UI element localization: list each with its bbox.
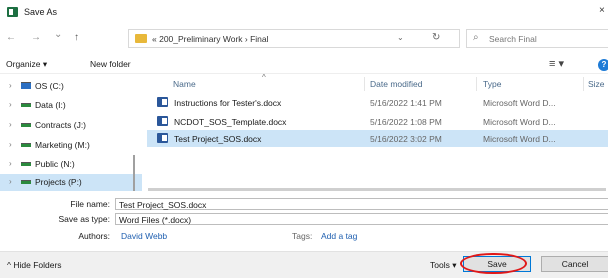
sidebar-item-label: Contracts (J:) [35,120,87,130]
help-icon[interactable]: ? [598,59,608,71]
forward-arrow-icon[interactable]: → [31,32,41,43]
expand-chevron-icon[interactable]: › [9,81,12,90]
address-row: ← → ⌄ ↑ « 200_Preliminary Work › Final ⌄… [0,28,608,50]
save-form: File name: Test Project_SOS.docx Save as… [0,195,608,250]
address-bar[interactable]: « 200_Preliminary Work › Final ⌄ ↻ [128,29,460,48]
file-date: 5/16/2022 1:41 PM [370,98,442,108]
cancel-button[interactable]: Cancel [541,256,608,272]
scrollbar-thumb[interactable] [148,188,606,191]
sort-ascending-icon: ^ [262,73,266,82]
column-header-size[interactable]: Size [588,79,605,89]
recent-locations-chevron-icon[interactable]: ⌄ [54,29,62,40]
file-name: Instructions for Tester's.docx [174,98,282,108]
column-divider[interactable] [583,77,584,91]
hide-folders-button[interactable]: ^ Hide Folders [7,260,62,270]
authors-label: Authors: [78,231,110,241]
sidebar-item-label: OS (C:) [35,81,64,91]
file-list: Name ^ Date modified Type Size Instructi… [147,73,608,195]
tags-label: Tags: [292,231,313,241]
navigation-pane: › OS (C:) › Data (I:) › Contracts (J:) ›… [0,75,142,195]
sidebar-item-label: Projects (P:) [35,177,82,187]
hide-folders-label: Hide Folders [13,260,62,270]
breadcrumb[interactable]: « 200_Preliminary Work › Final [152,34,269,44]
save-type-label: Save as type: [58,214,110,224]
red-annotation-ellipse [460,253,527,274]
window-title: Save As [24,7,58,17]
expand-chevron-icon[interactable]: › [9,140,12,149]
title-bar: Save As × [0,0,608,24]
word-document-icon [157,133,168,143]
sidebar-item-os[interactable]: › OS (C:) [0,78,142,95]
dialog-footer: ^ Hide Folders Tools ▾ Save Cancel [0,251,608,278]
address-dropdown-chevron-icon[interactable]: ⌄ [397,33,404,42]
word-document-icon [157,97,168,107]
file-date: 5/16/2022 1:08 PM [370,117,442,127]
sidebar-item-marketing[interactable]: › Marketing (M:) [0,137,142,154]
column-divider[interactable] [364,77,365,91]
sidebar-item-data[interactable]: › Data (I:) [0,97,142,114]
network-drive-icon [21,143,31,147]
file-name-field[interactable]: Test Project_SOS.docx [115,198,608,210]
close-icon[interactable]: × [599,5,605,16]
expand-chevron-icon[interactable]: › [9,100,12,109]
file-type: Microsoft Word D... [483,98,556,108]
back-arrow-icon[interactable]: ← [6,32,16,43]
file-name: Test Project_SOS.docx [174,134,262,144]
expand-chevron-icon[interactable]: › [9,159,12,168]
expand-chevron-icon[interactable]: › [9,120,12,129]
network-drive-icon [21,180,31,184]
sidebar-item-label: Data (I:) [35,100,66,110]
file-date: 5/16/2022 3:02 PM [370,134,442,144]
word-document-icon [157,116,168,126]
column-divider[interactable] [476,77,477,91]
file-row[interactable]: Instructions for Tester's.docx 5/16/2022… [147,94,608,111]
search-icon: ⌕ [473,32,479,43]
column-header-name[interactable]: Name [173,79,196,89]
file-name-value: Test Project_SOS.docx [119,200,207,210]
network-drive-icon [21,162,31,166]
sidebar-item-label: Marketing (M:) [35,140,90,150]
horizontal-scrollbar[interactable] [147,185,608,193]
file-type: Microsoft Word D... [483,117,556,127]
file-name: NCDOT_SOS_Template.docx [174,117,287,127]
search-placeholder: Search Final [489,34,537,44]
save-type-select[interactable]: Word Files (*.docx) [115,213,608,225]
network-drive-icon [21,103,31,107]
sidebar-item-public[interactable]: › Public (N:) [0,156,142,173]
network-drive-icon [21,123,31,127]
up-arrow-icon[interactable]: ↑ [74,32,79,43]
authors-value[interactable]: David Webb [121,231,167,241]
new-folder-button[interactable]: New folder [90,59,131,69]
command-bar: Organize ▾ New folder ≡ ▾ ? [0,56,608,74]
refresh-icon[interactable]: ↻ [432,32,440,43]
sidebar-item-contracts[interactable]: › Contracts (J:) [0,117,142,134]
view-options-icon[interactable]: ≡ ▾ [549,57,564,70]
folder-icon [135,34,147,43]
search-input[interactable]: ⌕ Search Final [466,29,608,48]
save-type-value: Word Files (*.docx) [119,215,192,225]
drive-icon [21,82,31,89]
column-header-type[interactable]: Type [483,79,501,89]
sidebar-item-projects[interactable]: › Projects (P:) [0,174,142,191]
file-name-label: File name: [70,199,110,209]
sidebar-scrollbar[interactable] [133,155,135,191]
file-row-selected[interactable]: Test Project_SOS.docx 5/16/2022 3:02 PM … [147,130,608,147]
excel-app-icon [7,7,18,17]
column-header-date[interactable]: Date modified [370,79,422,89]
add-tag-link[interactable]: Add a tag [321,231,357,241]
tools-dropdown[interactable]: Tools ▾ [430,260,456,271]
organize-button[interactable]: Organize ▾ [6,59,47,70]
file-row[interactable]: NCDOT_SOS_Template.docx 5/16/2022 1:08 P… [147,113,608,130]
expand-chevron-icon[interactable]: › [9,177,12,186]
sidebar-item-label: Public (N:) [35,159,75,169]
file-type: Microsoft Word D... [483,134,556,144]
